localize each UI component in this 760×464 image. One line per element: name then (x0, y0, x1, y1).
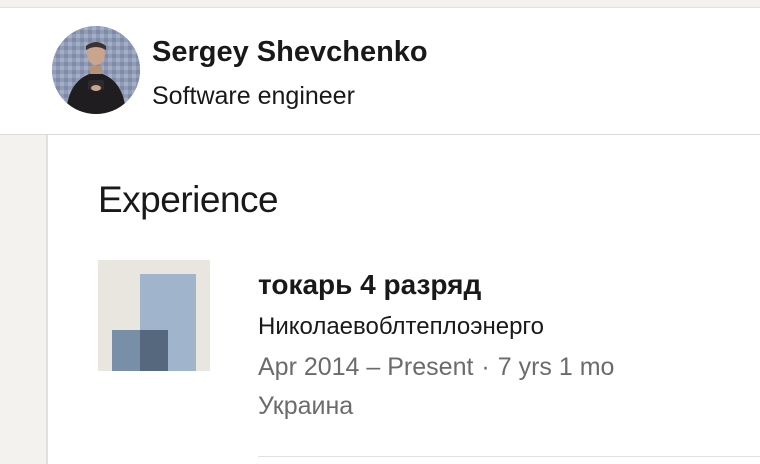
profile-name[interactable]: Sergey Shevchenko (152, 36, 428, 69)
avatar-photo-icon (52, 26, 140, 114)
employment-duration: 7 yrs 1 mo (497, 353, 615, 381)
employment-dates: Apr 2014 – Present · 7 yrs 1 mo (258, 353, 614, 382)
company-placeholder-logo-icon[interactable] (98, 260, 210, 371)
job-title[interactable]: токарь 4 разряд (258, 269, 481, 301)
section-title: Experience (98, 179, 279, 220)
profile-header: Sergey Shevchenko Software engineer (0, 8, 760, 135)
company-name: Николаевоблтеплоэнерго (258, 313, 544, 340)
meta-separator: · (481, 353, 490, 381)
profile-avatar[interactable] (52, 26, 140, 114)
date-range: Apr 2014 – Present (258, 353, 474, 381)
experience-card: Experience токарь 4 разряд Николаевоблте… (46, 135, 760, 464)
entry-divider (258, 456, 760, 457)
job-location: Украина (258, 392, 354, 420)
profile-headline: Software engineer (152, 82, 355, 110)
top-strip (0, 0, 760, 8)
